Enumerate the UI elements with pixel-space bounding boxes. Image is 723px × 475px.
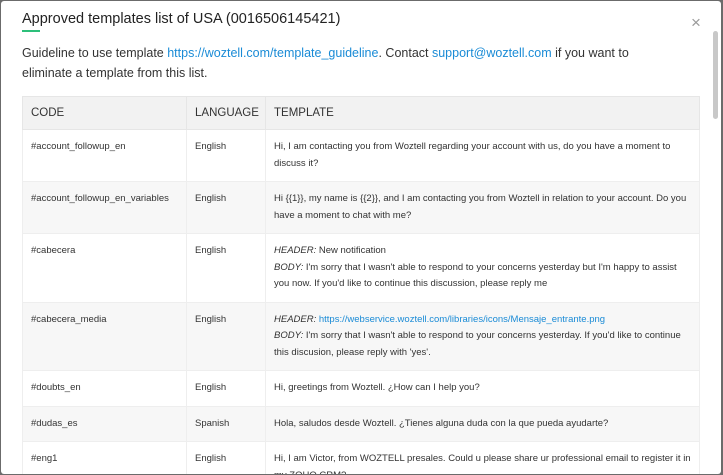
table-row: #eng1 English Hi, I am Victor, from WOZT… — [22, 441, 700, 474]
header-value: New notification — [316, 245, 386, 256]
guideline-prefix: Guideline to use template — [22, 46, 168, 60]
cell-language: Spanish — [186, 405, 266, 442]
guideline-middle: . Contact — [378, 46, 432, 60]
cell-template: Hi {{1}}, my name is {{2}}, and I am con… — [265, 181, 700, 234]
template-body-line: BODY: I'm sorry that I wasn't able to re… — [274, 328, 691, 361]
column-header-code: CODE — [22, 96, 187, 130]
dialog-title: Approved templates list of USA (00165061… — [22, 11, 341, 27]
cell-template: Hola, saludos desde Woztell. ¿Tienes alg… — [265, 405, 700, 442]
table-header-row: CODE LANGUAGE TEMPLATE — [22, 96, 700, 130]
scrollbar-thumb[interactable] — [713, 31, 718, 119]
cell-code: #account_followup_en — [22, 129, 187, 182]
table-row: #account_followup_en English Hi, I am co… — [22, 129, 700, 182]
header-label: HEADER: — [274, 245, 317, 256]
cell-code: #dudas_es — [22, 405, 187, 442]
header-media-link[interactable]: https://webservice.woztell.com/libraries… — [319, 314, 605, 325]
support-email-link[interactable]: support@woztell.com — [432, 46, 552, 60]
cell-code: #eng1 — [22, 441, 187, 474]
cell-template: HEADER: New notification BODY: I'm sorry… — [265, 233, 700, 303]
approved-templates-dialog: Approved templates list of USA (00165061… — [1, 1, 721, 474]
cell-template: Hi, greetings from Woztell. ¿How can I h… — [265, 370, 700, 407]
header-label: HEADER: — [274, 313, 317, 325]
cell-code: #cabecera_media — [22, 301, 187, 371]
cell-language: English — [186, 129, 266, 182]
cell-language: English — [186, 301, 266, 371]
table-row: #cabecera English HEADER: New notificati… — [22, 233, 700, 303]
cell-template: HEADER: https://webservice.woztell.com/l… — [265, 301, 700, 371]
cell-language: English — [186, 441, 266, 474]
cell-code: #doubts_en — [22, 370, 187, 407]
cell-template: Hi, I am contacting you from Woztell reg… — [265, 129, 700, 182]
cell-code: #account_followup_en_variables — [22, 181, 187, 234]
table-row: #doubts_en English Hi, greetings from Wo… — [22, 370, 700, 407]
close-icon[interactable]: × — [691, 14, 701, 31]
template-header-line: HEADER: https://webservice.woztell.com/l… — [274, 312, 691, 329]
table-row: #account_followup_en_variables English H… — [22, 181, 700, 234]
body-value: I'm sorry that I wasn't able to respond … — [274, 330, 681, 358]
body-value: I'm sorry that I wasn't able to respond … — [274, 261, 677, 290]
templates-table: CODE LANGUAGE TEMPLATE #account_followup… — [22, 96, 700, 474]
cell-language: English — [186, 233, 266, 303]
guideline-text: Guideline to use template https://woztel… — [22, 44, 677, 83]
cell-language: English — [186, 370, 266, 407]
template-body-line: BODY: I'm sorry that I wasn't able to re… — [274, 260, 691, 293]
column-header-language: LANGUAGE — [186, 96, 266, 130]
table-row: #dudas_es Spanish Hola, saludos desde Wo… — [22, 405, 700, 442]
column-header-template: TEMPLATE — [265, 96, 700, 130]
body-label: BODY: — [274, 330, 304, 341]
guideline-link[interactable]: https://woztell.com/template_guideline — [167, 46, 378, 60]
template-header-line: HEADER: New notification — [274, 243, 691, 260]
table-row: #cabecera_media English HEADER: https://… — [22, 301, 700, 371]
title-accent-bar — [22, 30, 40, 32]
cell-template: Hi, I am Victor, from WOZTELL presales. … — [265, 441, 700, 474]
body-label: BODY: — [274, 261, 304, 273]
cell-code: #cabecera — [22, 233, 187, 303]
cell-language: English — [186, 181, 266, 234]
